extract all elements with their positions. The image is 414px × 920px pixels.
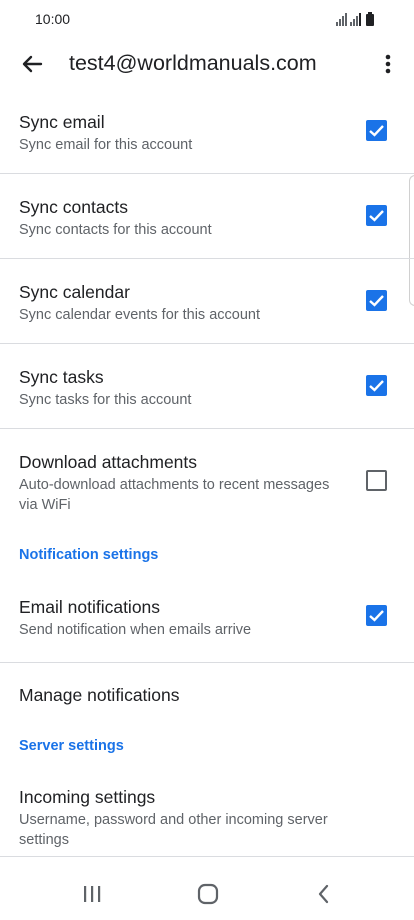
setting-row-email-notifications[interactable]: Email notifications Send notification wh… <box>0 577 414 663</box>
setting-row-incoming-settings[interactable]: Incoming settings Username, password and… <box>0 767 414 857</box>
setting-subtitle: Sync contacts for this account <box>19 222 212 238</box>
setting-subtitle: Sync calendar events for this account <box>19 307 260 323</box>
arrow-back-icon[interactable] <box>18 50 46 78</box>
page-title: test4@worldmanuals.com <box>69 51 317 75</box>
setting-subtitle: Username, password and other incoming se… <box>19 812 328 848</box>
setting-row-download-attachments[interactable]: Download attachments Auto-download attac… <box>0 429 414 533</box>
setting-title: Download attachments <box>19 452 198 472</box>
setting-subtitle: Send notification when emails arrive <box>19 622 252 638</box>
section-heading: Notification settings <box>19 547 159 563</box>
server-settings-header: Server settings <box>0 729 414 767</box>
settings-list: Sync email Sync email for this account S… <box>0 88 414 857</box>
sync-tasks-checkbox[interactable] <box>366 375 387 396</box>
setting-title: Email notifications <box>19 597 161 617</box>
setting-title: Sync contacts <box>19 197 128 217</box>
status-bar: 10:00 <box>0 0 414 40</box>
setting-subtitle: Sync email for this account <box>19 137 193 153</box>
check-icon <box>369 295 384 307</box>
sync-calendar-checkbox[interactable] <box>366 290 387 311</box>
recents-icon[interactable] <box>78 880 106 908</box>
setting-row-sync-email[interactable]: Sync email Sync email for this account <box>0 88 414 174</box>
check-icon <box>369 610 384 622</box>
setting-row-sync-tasks[interactable]: Sync tasks Sync tasks for this account <box>0 344 414 429</box>
nav-back-icon[interactable] <box>310 880 338 908</box>
setting-row-sync-contacts[interactable]: Sync contacts Sync contacts for this acc… <box>0 174 414 259</box>
sync-email-checkbox[interactable] <box>366 120 387 141</box>
setting-title: Incoming settings <box>19 787 156 807</box>
check-icon <box>369 380 384 392</box>
setting-title: Manage notifications <box>19 685 180 705</box>
more-vert-icon[interactable] <box>376 50 400 78</box>
status-time: 10:00 <box>35 11 71 27</box>
system-nav-bar <box>0 866 414 920</box>
setting-row-manage-notifications[interactable]: Manage notifications <box>0 663 414 729</box>
section-heading: Server settings <box>19 738 124 754</box>
setting-title: Sync calendar <box>19 282 130 302</box>
signal-battery-icons <box>336 12 374 26</box>
sync-contacts-checkbox[interactable] <box>366 205 387 226</box>
app-bar: test4@worldmanuals.com <box>0 40 414 88</box>
check-icon <box>369 125 384 137</box>
home-icon[interactable] <box>194 880 222 908</box>
setting-title: Sync email <box>19 112 105 132</box>
setting-subtitle: Sync tasks for this account <box>19 392 192 408</box>
check-icon <box>369 210 384 222</box>
download-attachments-checkbox[interactable] <box>366 470 387 491</box>
setting-title: Sync tasks <box>19 367 104 387</box>
notification-settings-header: Notification settings <box>0 533 414 577</box>
setting-row-sync-calendar[interactable]: Sync calendar Sync calendar events for t… <box>0 259 414 344</box>
setting-subtitle: Auto-download attachments to recent mess… <box>19 477 330 513</box>
email-notifications-checkbox[interactable] <box>366 605 387 626</box>
